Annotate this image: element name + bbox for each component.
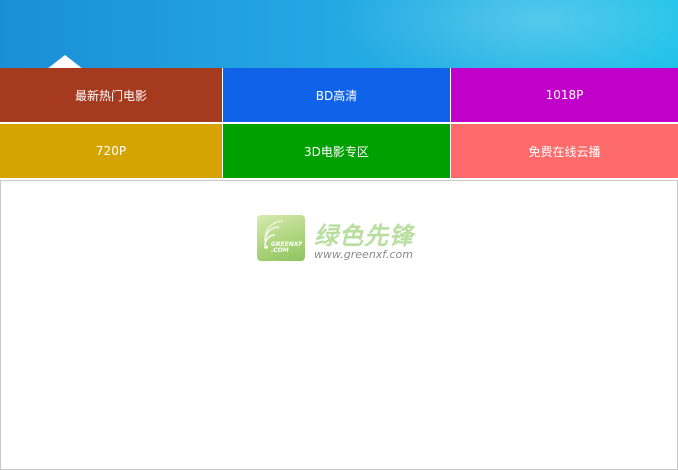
tab-pointer-icon: [47, 55, 83, 68]
badge-text: GREENXF .COM: [271, 242, 303, 254]
wifi-waves-icon: [264, 220, 284, 249]
tile-label: 720P: [95, 144, 127, 158]
category-tile-1018p[interactable]: 1018P: [451, 68, 678, 122]
watermark-title: 绿色先锋: [314, 222, 414, 250]
header-banner: [0, 0, 678, 68]
tile-label: BD高清: [315, 88, 358, 103]
watermark-site: www.greenxf.com: [314, 248, 413, 261]
category-tile-free-cloud-play[interactable]: 免费在线云播: [451, 124, 678, 178]
tile-label: 最新热门电影: [74, 88, 147, 103]
banner-glow: [330, 0, 678, 68]
category-tile-720p[interactable]: 720P: [0, 124, 222, 178]
content-panel: GREENXF .COM 绿色先锋 www.greenxf.com: [0, 180, 678, 470]
category-tile-latest-movies[interactable]: 最新热门电影: [0, 68, 222, 122]
tile-label: 1018P: [545, 88, 584, 102]
tile-label: 3D电影专区: [304, 144, 369, 159]
badge-text-line2: .COM: [271, 247, 289, 254]
tile-label: 免费在线云播: [528, 144, 601, 159]
watermark-logo: GREENXF .COM 绿色先锋 www.greenxf.com: [257, 215, 427, 263]
category-tile-bd-hd[interactable]: BD高清: [223, 68, 450, 122]
category-grid: 最新热门电影 BD高清 1018P 720P 3D电影专区 免费在线云播: [0, 68, 678, 178]
category-tile-3d-movies[interactable]: 3D电影专区: [223, 124, 450, 178]
greenxf-badge-icon: GREENXF .COM: [257, 215, 305, 261]
